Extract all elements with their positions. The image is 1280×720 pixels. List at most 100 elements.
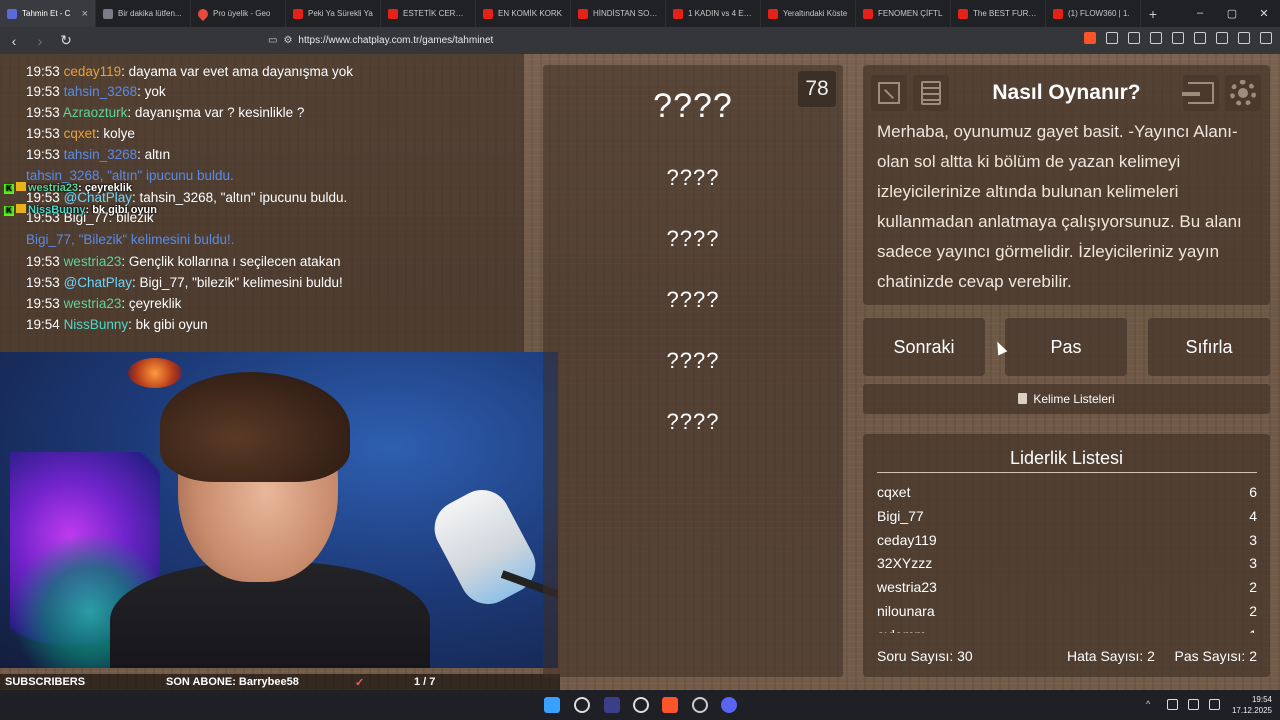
player-score: 2 <box>1249 579 1257 596</box>
forbidden-word: ???? <box>666 409 720 434</box>
menu-icon[interactable] <box>1260 32 1272 44</box>
network-icon[interactable] <box>1188 699 1199 710</box>
browser-tab[interactable]: The BEST FURNIT <box>951 0 1046 27</box>
minimize-icon[interactable]: – <box>1184 7 1216 20</box>
system-tray: ^ <box>1146 699 1220 710</box>
page-icon <box>103 8 113 19</box>
chat-username[interactable]: tahsin_3268, <box>26 168 103 183</box>
browser-tab[interactable]: EN KOMİK KORK <box>476 0 571 27</box>
maximize-icon[interactable]: ▢ <box>1216 7 1248 20</box>
chat-text: : Gençlik kollarına ı seçilecen atakan <box>121 254 341 269</box>
leaderboard-title: Liderlik Listesi <box>1009 448 1124 468</box>
leo-icon[interactable] <box>1216 32 1228 44</box>
error-count: Hata Sayısı: 2 <box>1067 648 1155 664</box>
chat-message: 19:53 Azraozturk: dayanışma var ? kesinl… <box>26 105 304 120</box>
chat-username[interactable]: westria23 <box>64 296 122 311</box>
vpn-icon[interactable] <box>1238 32 1250 44</box>
chat-message: 19:53 tahsin_3268: altın <box>26 147 170 162</box>
search-icon[interactable] <box>574 697 590 713</box>
site-info-icon[interactable]: ⚙ <box>283 35 292 46</box>
url-field[interactable]: ▭ ⚙ https://www.chatplay.com.tr/games/ta… <box>268 30 988 50</box>
chat-username[interactable]: ceday119 <box>64 64 122 79</box>
browser-tab[interactable]: Yeraltındaki Köste <box>761 0 856 27</box>
stream-overlay-bar: SUBSCRIBERS SON ABONE: Barrybee58 ✓ 1 / … <box>0 674 560 690</box>
chat-username[interactable]: Azraozturk <box>63 105 128 120</box>
browser-tab[interactable]: ESTETİK CERRAH <box>381 0 476 27</box>
chat-time: 19:53 <box>26 105 60 120</box>
brave-shield-icon[interactable] <box>1084 32 1096 44</box>
chat-message: 19:53 cqxet: kolye <box>26 126 135 141</box>
sidebar-icon[interactable] <box>1172 32 1184 44</box>
leaderboard-list[interactable]: cqxet 6 Bigi_77 4 ceday119 3 32XYzzz 3 westria23… <box>877 482 1257 633</box>
pass-count: Pas Sayısı: 2 <box>1174 648 1257 664</box>
youtube-icon <box>673 8 683 19</box>
forward-icon[interactable]: › <box>32 33 48 49</box>
chat-username[interactable]: cqxet <box>64 126 96 141</box>
tab-title: EN KOMİK KORK <box>498 9 563 18</box>
forbidden-word: ???? <box>666 165 720 190</box>
player-name: 32XYzzz <box>877 555 933 572</box>
browser-tab[interactable]: FENOMEN ÇİFTL <box>856 0 951 27</box>
chat-username[interactable]: NissBunny <box>64 317 129 332</box>
tab-title: Peki Ya Sürekli Ya <box>308 9 373 18</box>
chat-username[interactable]: @ChatPlay <box>64 275 132 290</box>
chat-message: 19:53 ceday119: dayama var evet ama daya… <box>26 64 353 79</box>
chat-message: 19:54 NissBunny: bk gibi oyun <box>26 317 208 332</box>
brave-icon[interactable] <box>662 697 678 713</box>
browser-tab[interactable]: Peki Ya Sürekli Ya <box>286 0 381 27</box>
microphone <box>424 480 546 614</box>
browser-tab[interactable]: HİNDİSTAN SOKA <box>571 0 666 27</box>
chat-username[interactable]: Bigi_77, <box>26 232 75 247</box>
extensions-icon[interactable] <box>1106 32 1118 44</box>
close-tab-icon[interactable]: × <box>82 8 88 20</box>
reset-button[interactable]: Sıfırla <box>1148 318 1270 376</box>
screenshot-icon[interactable] <box>1128 32 1140 44</box>
clock[interactable]: 19:54 17.12.2025 <box>1232 694 1272 716</box>
chat-time: 19:53 <box>26 296 60 311</box>
tab-title: FENOMEN ÇİFTL <box>878 9 943 18</box>
bookmark-icon[interactable]: ▭ <box>268 35 277 46</box>
reload-icon[interactable]: ↻ <box>58 32 74 49</box>
chat-username[interactable]: westria23 <box>64 254 122 269</box>
media-icon[interactable] <box>1150 32 1162 44</box>
wallet-icon[interactable] <box>1194 32 1206 44</box>
steam-icon[interactable] <box>692 697 708 713</box>
address-bar: ‹ › ↻ ▭ ⚙ https://www.chatplay.com.tr/ga… <box>0 27 1280 54</box>
chat-username[interactable]: tahsin_3268 <box>64 84 138 99</box>
browser-tab[interactable]: Tahmin Et - C × <box>0 0 96 27</box>
clipboard-icon <box>1018 393 1028 404</box>
browser-tab[interactable]: (1) FLOW360 | 1. <box>1046 0 1141 27</box>
word-column: 78 ???????????????????????? <box>543 65 843 677</box>
discord-icon[interactable] <box>721 697 737 713</box>
word-lists-button[interactable]: Kelime Listeleri <box>863 384 1270 414</box>
pass-button[interactable]: Pas <box>1005 318 1127 376</box>
chat-message: 19:53 westria23: Gençlik kollarına ı seç… <box>26 254 340 269</box>
toolbar-icons <box>1084 32 1272 44</box>
browser-tab[interactable]: Bir dakika lütfen... <box>96 0 191 27</box>
chatgpt-icon[interactable] <box>633 697 649 713</box>
forbidden-word: ???? <box>666 348 720 373</box>
browser-tab[interactable]: 1 KADIN vs 4 ERK <box>666 0 761 27</box>
overlay-chat-message: K NissBunny: bk gibi oyun <box>4 204 157 216</box>
close-window-icon[interactable]: ✕ <box>1248 7 1280 20</box>
chat-message: Bigi_77, "Bilezik" kelimesini buldu!. <box>26 232 234 247</box>
player-name: nilounara <box>877 602 935 619</box>
how-to-play-text: Merhaba, oyunumuz gayet basit. -Yayıncı … <box>877 122 1242 291</box>
task-view-icon[interactable] <box>604 697 620 713</box>
chevron-up-icon[interactable]: ^ <box>1146 699 1157 710</box>
next-button[interactable]: Sonraki <box>863 318 985 376</box>
player-score: 2 <box>1249 602 1257 619</box>
microphone-icon[interactable] <box>1167 699 1178 710</box>
chat-username[interactable]: tahsin_3268 <box>64 147 138 162</box>
new-tab-icon[interactable]: + <box>1141 6 1165 22</box>
start-icon[interactable] <box>544 697 560 713</box>
youtube-icon <box>958 8 968 19</box>
tab-title: Yeraltındaki Köste <box>783 9 848 18</box>
browser-tab[interactable]: Pro üyelik - Geo <box>191 0 286 27</box>
chat-message: 19:53 westria23: çeyreklik <box>26 296 181 311</box>
volume-icon[interactable] <box>1209 699 1220 710</box>
player-score: 3 <box>1249 531 1257 548</box>
chat-text: : çeyreklik <box>121 296 182 311</box>
player-score: 6 <box>1249 484 1257 500</box>
back-icon[interactable]: ‹ <box>6 33 22 49</box>
